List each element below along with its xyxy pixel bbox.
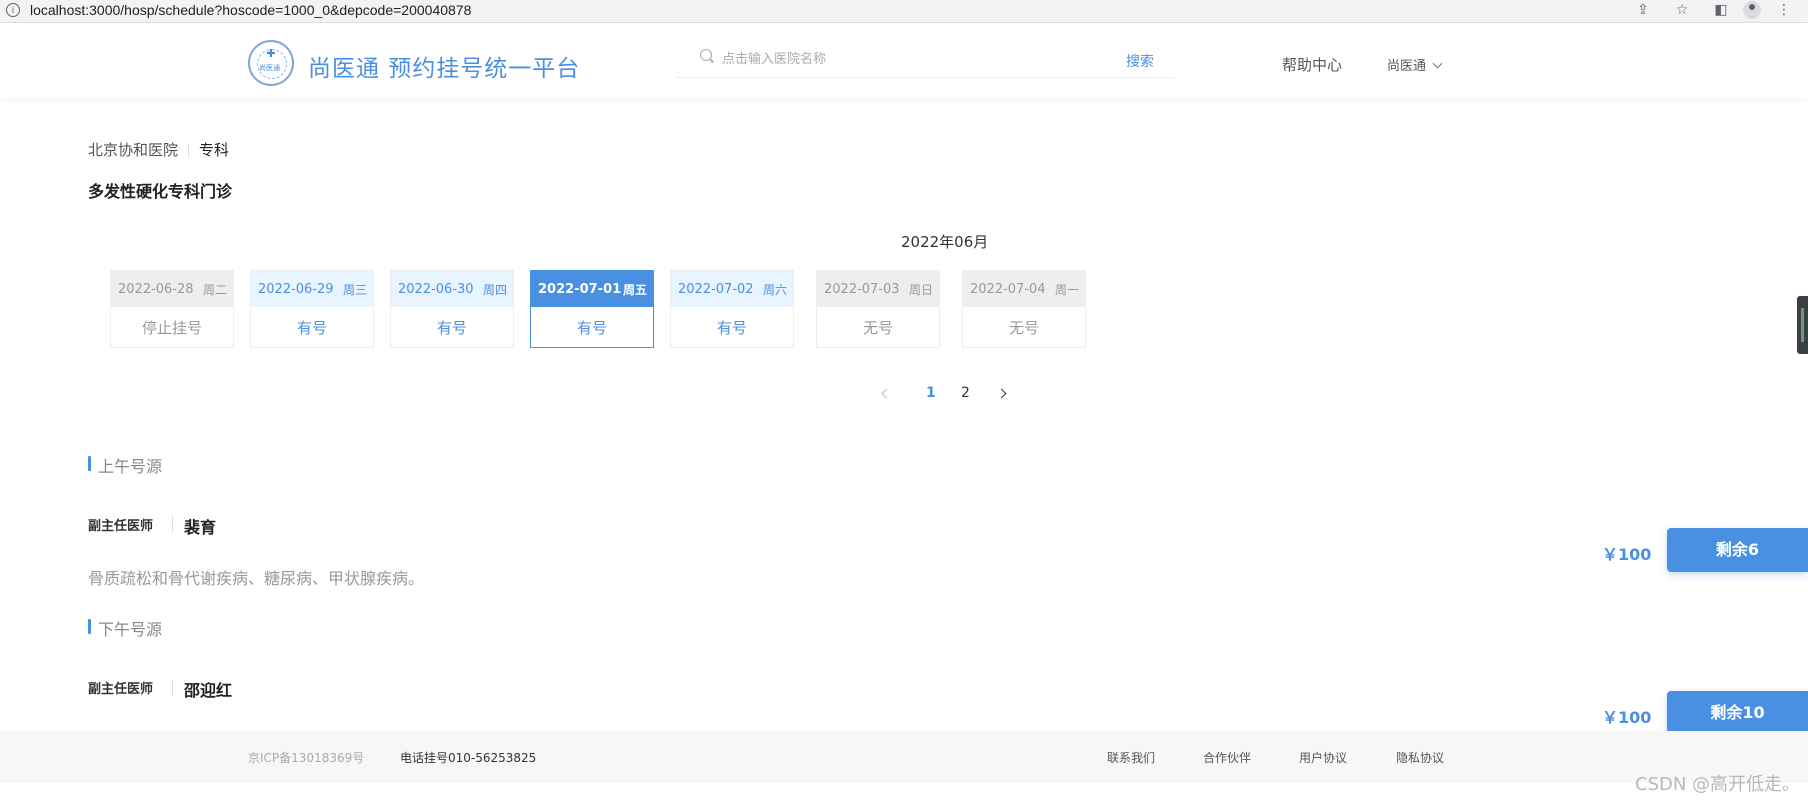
- footer-link-partners[interactable]: 合作伙伴: [1203, 749, 1251, 766]
- calendar-day-status: 有号: [716, 319, 747, 337]
- calendar-day[interactable]: 2022-06-28 周二停止挂号: [110, 270, 234, 348]
- doctor-skill: 骨质疏松和骨代谢疾病、糖尿病、甲状腺疾病。: [88, 569, 425, 588]
- remain-button[interactable]: 剩余6: [1667, 528, 1808, 572]
- doctor-name: 邵迎红: [184, 681, 233, 700]
- footer-phone: 电话挂号010-56253825: [400, 751, 537, 765]
- calendar-day-date: 2022-06-30: [398, 281, 474, 297]
- site-info-icon[interactable]: i: [6, 3, 20, 17]
- calendar-day[interactable]: 2022-07-02 周六有号: [670, 270, 794, 348]
- doctor-level: 副主任医师: [88, 519, 154, 534]
- calendar-day-weekday: 周日: [908, 282, 933, 297]
- calendar-day-weekday: 周五: [622, 282, 647, 297]
- calendar-day-status: 停止挂号: [141, 319, 202, 337]
- calendar-day-header: 2022-07-04 周一: [963, 271, 1085, 307]
- chevron-right-icon: [996, 388, 1007, 399]
- site-title[interactable]: 尚医通 预约挂号统一平台: [308, 49, 580, 83]
- breadcrumb-hospital[interactable]: 北京协和医院: [88, 141, 178, 159]
- breadcrumb: 北京协和医院 专科: [88, 139, 229, 160]
- calendar-day-status: 无号: [1008, 319, 1039, 337]
- profile-avatar-icon[interactable]: [1743, 1, 1761, 19]
- doctor-name: 裴育: [184, 518, 217, 537]
- pagination-page-1[interactable]: 1: [926, 385, 936, 401]
- calendar-day[interactable]: 2022-07-03 周日无号: [816, 270, 940, 348]
- url-text[interactable]: localhost:3000/hosp/schedule?hoscode=100…: [30, 2, 471, 18]
- calendar-day-date: 2022-07-01: [538, 281, 622, 297]
- calendar-day-date: 2022-06-29: [258, 281, 334, 297]
- breadcrumb-category: 专科: [199, 141, 230, 159]
- calendar-day-header: 2022-07-03 周日: [817, 271, 939, 307]
- share-icon[interactable]: ⇪: [1634, 2, 1652, 18]
- calendar-day-header: 2022-06-30 周四: [391, 271, 513, 307]
- chevron-left-icon: [881, 388, 892, 399]
- browser-address-bar: i localhost:3000/hosp/schedule?hoscode=1…: [0, 0, 1808, 23]
- calendar-day-weekday: 周一: [1054, 282, 1079, 297]
- department-title: 多发性硬化专科门诊: [88, 182, 233, 201]
- bookmark-star-icon[interactable]: ☆: [1673, 2, 1691, 18]
- search-icon: [700, 49, 712, 61]
- more-menu-icon[interactable]: ⋮: [1775, 2, 1793, 18]
- search-button[interactable]: 搜索: [1126, 51, 1154, 71]
- site-footer: 京ICP备13018369号 电话挂号010-56253825 联系我们 合作伙…: [0, 731, 1808, 783]
- pagination-next[interactable]: [996, 385, 1007, 401]
- calendar-day[interactable]: 2022-06-30 周四有号: [390, 270, 514, 348]
- footer-link-privacy[interactable]: 隐私协议: [1396, 749, 1444, 766]
- breadcrumb-divider: [188, 143, 190, 157]
- logo-icon[interactable]: ✚ 尚医通: [248, 40, 294, 86]
- calendar-day-status: 无号: [862, 319, 893, 337]
- afternoon-section-title: 下午号源: [88, 616, 162, 640]
- watermark: CSDN @高开低走。: [1635, 774, 1801, 795]
- search-box: 搜索: [676, 41, 1174, 78]
- calendar-day-weekday: 周四: [482, 282, 507, 297]
- chevron-down-icon: [1432, 58, 1443, 69]
- calendar-day-header: 2022-07-02 周六: [671, 271, 793, 307]
- user-name: 尚医通: [1387, 59, 1427, 74]
- calendar-day-status: 有号: [436, 319, 467, 337]
- calendar-day-status: 有号: [296, 319, 327, 337]
- remain-button[interactable]: 剩余10: [1667, 691, 1808, 735]
- doctor-level: 副主任医师: [88, 682, 154, 697]
- footer-icp: 京ICP备13018369号: [248, 751, 365, 765]
- calendar-day-date: 2022-07-03: [824, 281, 900, 297]
- calendar-day-header: 2022-07-01 周五: [531, 271, 653, 307]
- morning-section-title: 上午号源: [88, 453, 162, 477]
- site-header: ✚ 尚医通 尚医通 预约挂号统一平台 搜索 帮助中心 尚医通: [0, 23, 1808, 98]
- calendar-day-header: 2022-06-28 周二: [111, 271, 233, 307]
- calendar-day-date: 2022-07-02: [678, 281, 754, 297]
- calendar-day-header: 2022-06-29 周三: [251, 271, 373, 307]
- pagination-prev[interactable]: [881, 385, 892, 401]
- side-scroll-handle[interactable]: [1797, 296, 1808, 354]
- calendar-day-date: 2022-07-04: [970, 281, 1046, 297]
- footer-link-contact[interactable]: 联系我们: [1107, 749, 1155, 766]
- side-panel-icon[interactable]: ◧: [1712, 2, 1730, 18]
- calendar-day-weekday: 周三: [342, 282, 367, 297]
- calendar-day-date: 2022-06-28: [118, 281, 194, 297]
- user-menu[interactable]: 尚医通: [1387, 55, 1443, 74]
- footer-link-user-agreement[interactable]: 用户协议: [1299, 749, 1347, 766]
- calendar-day-weekday: 周六: [762, 282, 787, 297]
- calendar-day-weekday: 周二: [202, 282, 227, 297]
- calendar-day[interactable]: 2022-07-04 周一无号: [962, 270, 1086, 348]
- pagination-page-2[interactable]: 2: [961, 385, 970, 401]
- calendar-month: 2022年06月: [901, 233, 989, 251]
- calendar-day-status: 有号: [576, 319, 607, 337]
- doctor-price: ￥100: [1602, 545, 1652, 564]
- doctor-price: ￥100: [1602, 708, 1652, 727]
- calendar-day[interactable]: 2022-07-01 周五有号: [530, 270, 654, 348]
- calendar-day[interactable]: 2022-06-29 周三有号: [250, 270, 374, 348]
- help-center-link[interactable]: 帮助中心: [1282, 54, 1342, 75]
- search-input[interactable]: [720, 47, 1104, 71]
